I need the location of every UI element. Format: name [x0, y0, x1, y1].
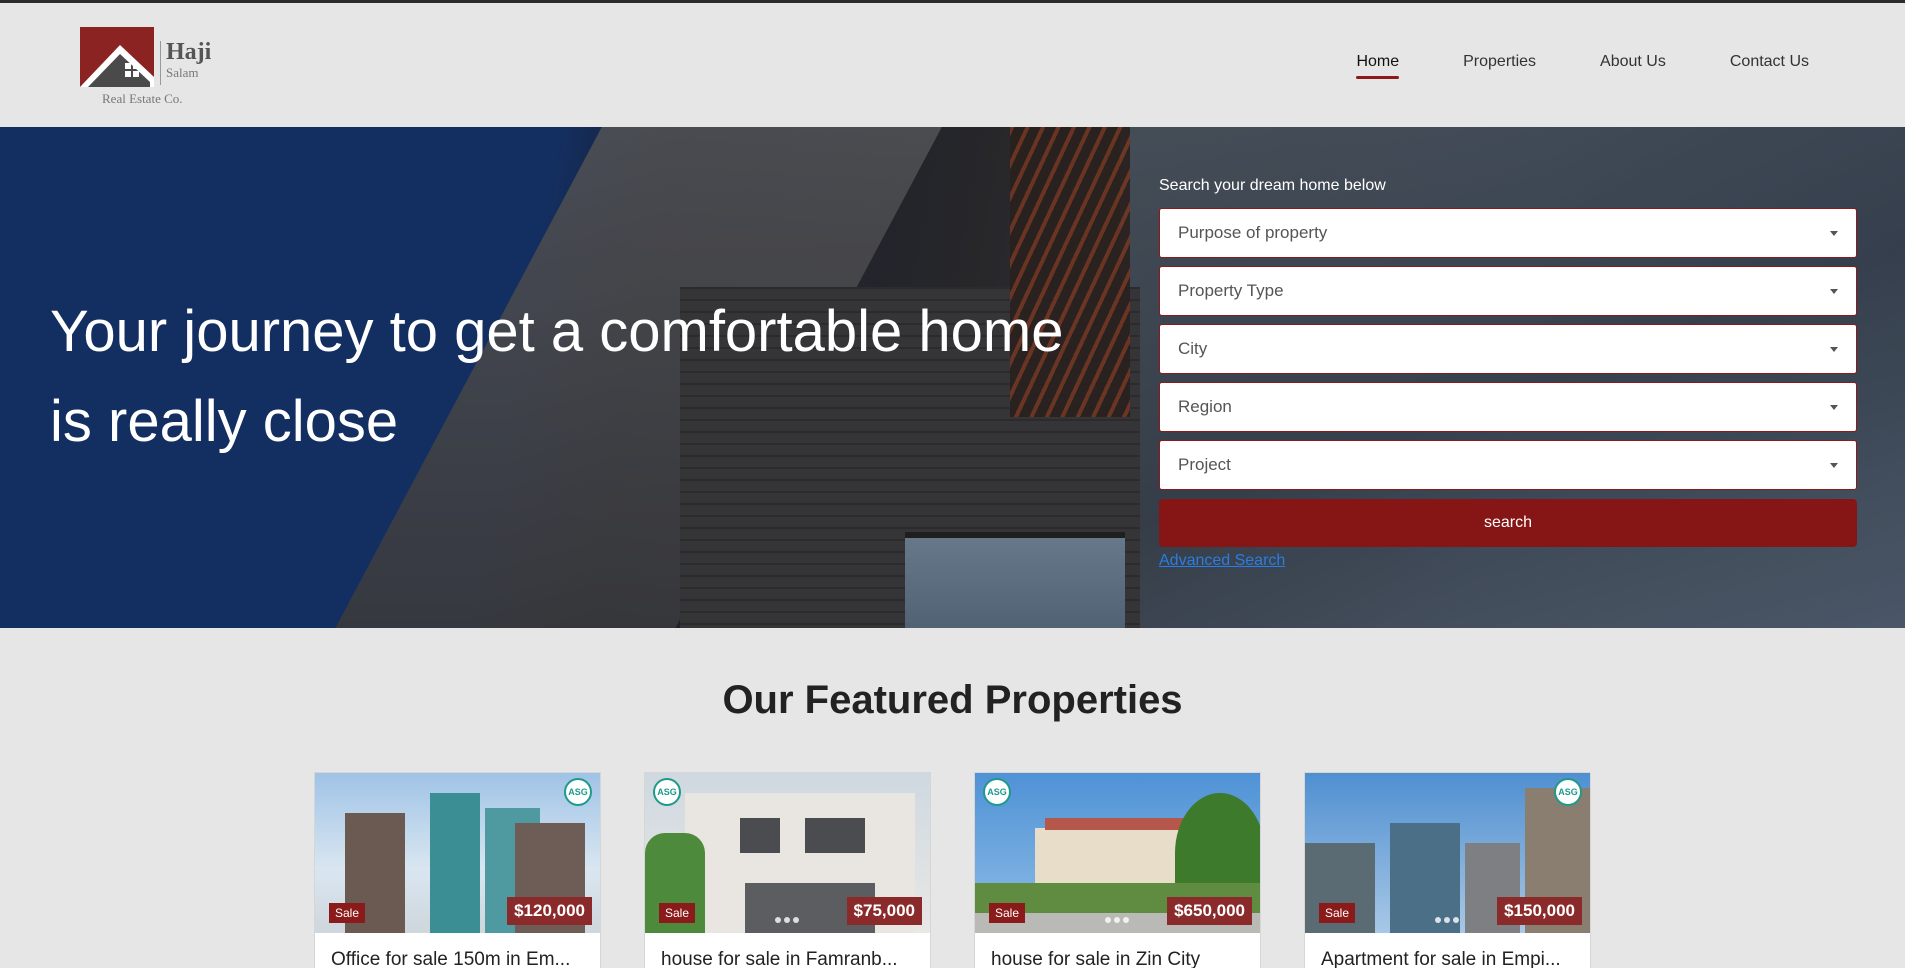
property-card[interactable]: ASG Sale $120,000 Office for sale 150m i…: [314, 772, 601, 968]
property-card[interactable]: ASG Sale $650,000 house for sale in Zin …: [974, 772, 1261, 968]
sale-badge: Sale: [1319, 903, 1356, 923]
chevron-down-icon: [1830, 289, 1838, 294]
chevron-down-icon: [1830, 347, 1838, 352]
property-type-select[interactable]: Property Type: [1159, 266, 1857, 316]
nav-home[interactable]: Home: [1356, 53, 1399, 79]
region-select-placeholder: Region: [1178, 397, 1232, 416]
city-select-placeholder: City: [1178, 339, 1208, 358]
brand-tagline: Real Estate Co.: [102, 91, 183, 106]
project-select[interactable]: Project: [1159, 440, 1857, 490]
advanced-search-link[interactable]: Advanced Search: [1159, 552, 1285, 570]
nav-contact-us[interactable]: Contact Us: [1730, 53, 1809, 77]
city-select[interactable]: City: [1159, 324, 1857, 374]
agency-logo: ASG: [653, 778, 681, 806]
logo-divider: [160, 41, 161, 85]
purpose-select-placeholder: Purpose of property: [1178, 223, 1328, 242]
purpose-select[interactable]: Purpose of property: [1159, 208, 1857, 258]
price-badge: $150,000: [1497, 897, 1582, 925]
brand-logo[interactable]: Haji Salam Real Estate Co.: [80, 27, 230, 111]
region-select[interactable]: Region: [1159, 382, 1857, 432]
property-card[interactable]: ASG Sale $75,000 house for sale in Famra…: [644, 772, 931, 968]
property-title[interactable]: Office for sale 150m in Em...: [315, 933, 600, 968]
main-nav: Home Properties About Us Contact Us: [1356, 53, 1809, 79]
carousel-dots[interactable]: [775, 917, 799, 923]
sale-badge: Sale: [329, 903, 366, 923]
property-title[interactable]: house for sale in Zin City: [975, 933, 1260, 968]
agency-logo: ASG: [983, 778, 1011, 806]
hero-title: Your journey to get a comfortable home i…: [50, 287, 1100, 467]
price-badge: $120,000: [507, 897, 592, 925]
property-type-select-placeholder: Property Type: [1178, 281, 1284, 300]
agency-logo: ASG: [564, 778, 592, 806]
property-title[interactable]: house for sale in Famranb...: [645, 933, 930, 968]
search-panel: Search your dream home below Purpose of …: [1159, 177, 1857, 570]
sale-badge: Sale: [989, 903, 1026, 923]
house-logo-icon: [80, 27, 154, 87]
price-badge: $650,000: [1167, 897, 1252, 925]
hero-title-line1: Your journey to get a comfortable home: [50, 299, 1064, 364]
project-select-placeholder: Project: [1178, 455, 1231, 474]
chevron-down-icon: [1830, 231, 1838, 236]
hero-section: Your journey to get a comfortable home i…: [0, 127, 1905, 628]
chevron-down-icon: [1830, 463, 1838, 468]
featured-title: Our Featured Properties: [722, 678, 1183, 722]
hero-title-line2: is really close: [50, 389, 399, 454]
property-photo[interactable]: ASG Sale $150,000: [1305, 773, 1590, 933]
chevron-down-icon: [1830, 405, 1838, 410]
search-heading: Search your dream home below: [1159, 177, 1386, 194]
property-card[interactable]: ASG Sale $150,000 Apartment for sale in …: [1304, 772, 1591, 968]
property-photo[interactable]: ASG Sale $75,000: [645, 773, 930, 933]
property-photo[interactable]: ASG Sale $120,000: [315, 773, 600, 933]
carousel-dots[interactable]: [1105, 917, 1129, 923]
nav-about-us[interactable]: About Us: [1600, 53, 1666, 77]
brand-name: Haji: [166, 39, 212, 65]
carousel-dots[interactable]: [1435, 917, 1459, 923]
search-button[interactable]: search: [1159, 499, 1857, 547]
featured-cards: ASG Sale $120,000 Office for sale 150m i…: [314, 772, 1591, 968]
brand-sub: Salam: [166, 65, 199, 80]
property-photo[interactable]: ASG Sale $650,000: [975, 773, 1260, 933]
property-title[interactable]: Apartment for sale in Empi...: [1305, 933, 1590, 968]
agency-logo: ASG: [1554, 778, 1582, 806]
sale-badge: Sale: [659, 903, 696, 923]
nav-properties[interactable]: Properties: [1463, 53, 1536, 77]
site-header: Haji Salam Real Estate Co. Home Properti…: [0, 3, 1905, 127]
price-badge: $75,000: [846, 897, 922, 925]
